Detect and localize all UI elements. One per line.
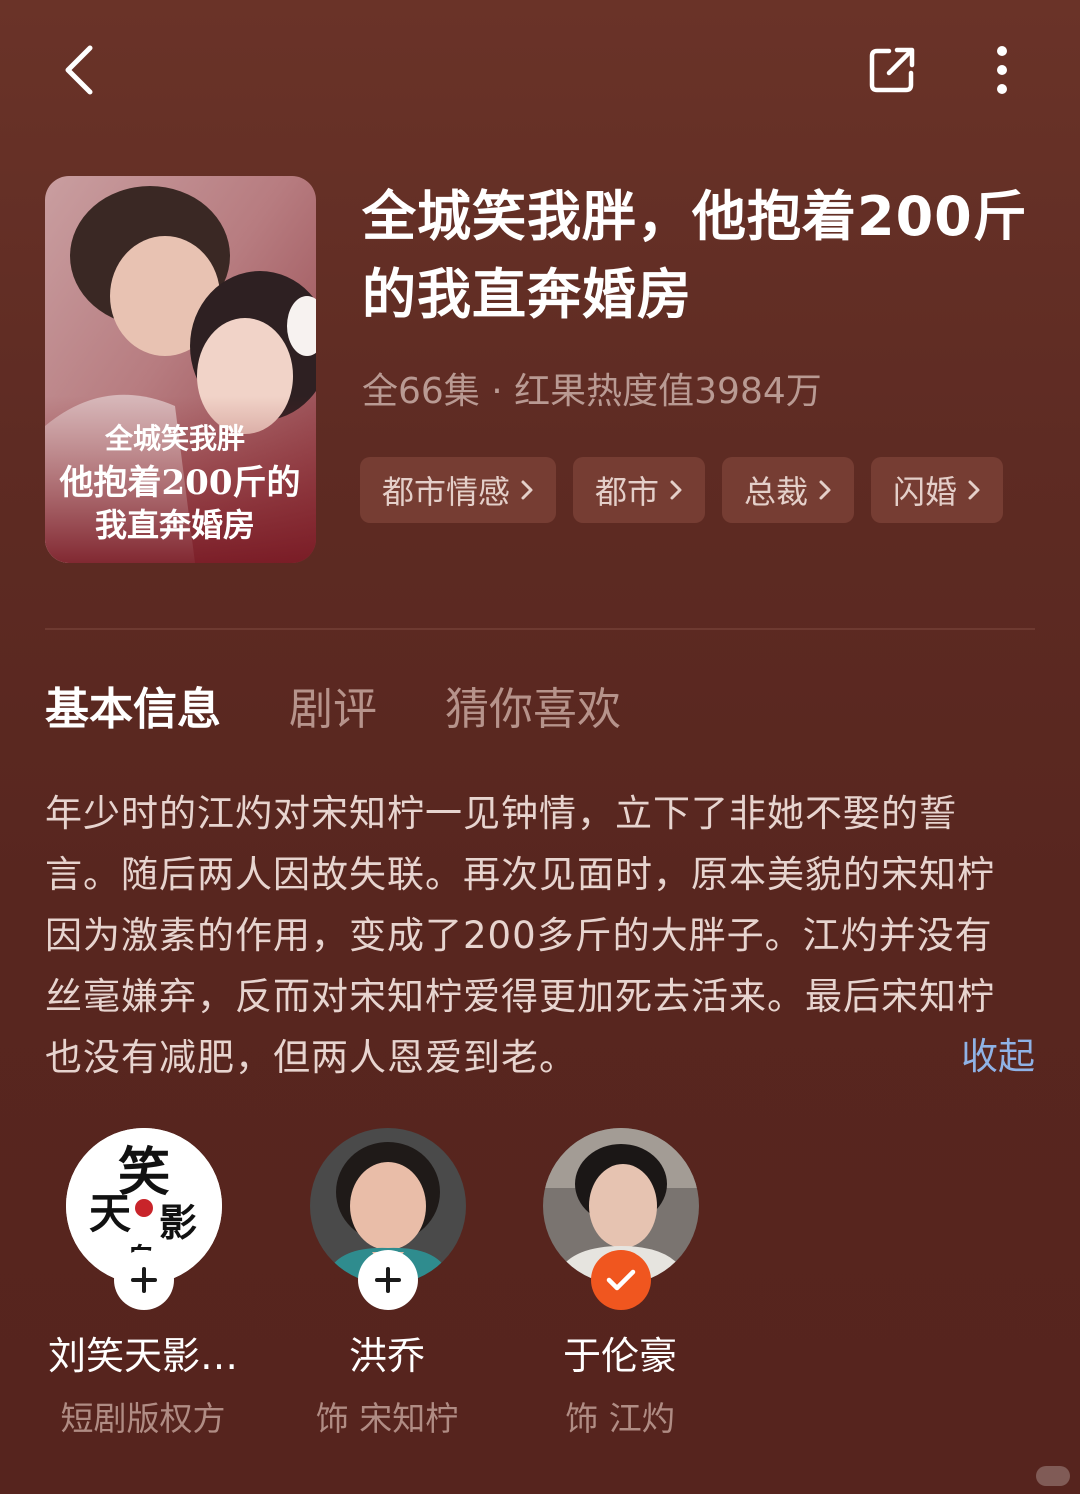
tag-chip[interactable]: 都市 (573, 457, 706, 523)
tag-chip[interactable]: 总裁 (722, 457, 855, 523)
back-button[interactable] (50, 40, 106, 100)
svg-text:天: 天 (89, 1189, 131, 1238)
watermark-badge (1036, 1466, 1070, 1486)
tag-chip[interactable]: 闪婚 (871, 457, 1004, 523)
drama-meta: 全66集 · 红果热度值3984万 (362, 371, 822, 412)
title-line-2: 的我直奔婚房 (362, 263, 692, 326)
collapse-button[interactable]: 收起 (961, 1026, 1035, 1087)
chevron-right-icon (818, 479, 832, 501)
tab-bar: 基本信息 剧评 猜你喜欢 (45, 680, 621, 740)
cast-name: 洪乔 (348, 1334, 425, 1378)
share-external-icon (869, 47, 915, 93)
more-button[interactable] (978, 40, 1026, 100)
synopsis-line: 年少时的江灼对宋知柠一见钟情，立下了非她不娶的誓 (45, 792, 957, 835)
poster-title-1: 全城笑我胖 (104, 422, 245, 455)
tag-label: 总裁 (744, 473, 809, 511)
section-divider (45, 628, 1035, 630)
synopsis-line: 因为激素的作用，变成了200多斤的大胖子。江灼并没有 (45, 914, 993, 957)
tag-list: 都市情感 都市 总裁 闪婚 (360, 457, 1004, 523)
poster-image: 全城笑我胖 他抱着200斤的 我直奔婚房 (45, 176, 316, 563)
top-bar (0, 0, 1080, 140)
cast-name: 于伦豪 (562, 1334, 677, 1378)
plus-icon (131, 1267, 157, 1293)
poster-title-2: 他抱着200斤的 (59, 463, 301, 503)
drama-title: 全城笑我胖，他抱着200斤 的我直奔婚房 (362, 178, 1042, 334)
share-button[interactable] (862, 40, 922, 100)
poster-title-3: 我直奔婚房 (95, 506, 255, 544)
tag-label: 闪婚 (893, 473, 958, 511)
synopsis-line: 也没有减肥，但两人恩爱到老。 (45, 1036, 577, 1079)
tab-basic-info[interactable]: 基本信息 (45, 680, 221, 740)
title-line-1: 全城笑我胖，他抱着200斤 (362, 185, 1028, 248)
synopsis-line: 言。随后两人因故失联。再次见面时，原本美貌的宋知柠 (45, 853, 995, 896)
check-icon (606, 1269, 636, 1291)
chevron-right-icon (967, 479, 981, 501)
chevron-right-icon (520, 479, 534, 501)
follow-button[interactable] (358, 1250, 418, 1310)
tag-chip[interactable]: 都市情感 (360, 457, 557, 523)
cast-role: 饰 宋知柠 (315, 1399, 459, 1438)
tag-label: 都市 (595, 473, 660, 511)
svg-text:影: 影 (159, 1200, 197, 1245)
chevron-right-icon (669, 479, 683, 501)
cast-role: 短剧版权方 (60, 1399, 226, 1438)
cast-list: 笑 天 影 乌 刘笑天影… 短剧版权方 洪乔 饰 宋 (0, 1128, 1080, 1468)
cast-role: 饰 江灼 (565, 1399, 675, 1438)
tab-recommendations[interactable]: 猜你喜欢 (445, 680, 621, 740)
cast-name: 刘笑天影… (47, 1334, 238, 1378)
tag-label: 都市情感 (382, 473, 511, 511)
chevron-left-icon (65, 45, 93, 95)
synopsis: 年少时的江灼对宋知柠一见钟情，立下了非她不娶的誓 言。随后两人因故失联。再次见面… (45, 783, 1035, 1088)
synopsis-line: 丝毫嫌弃，反而对宋知柠爱得更加死去活来。最后宋知柠 (45, 975, 995, 1018)
drama-poster[interactable]: 全城笑我胖 他抱着200斤的 我直奔婚房 (45, 176, 316, 563)
followed-button[interactable] (591, 1250, 651, 1310)
tab-reviews[interactable]: 剧评 (289, 680, 377, 740)
follow-button[interactable] (114, 1250, 174, 1310)
more-vertical-icon (997, 46, 1007, 94)
plus-icon (375, 1267, 401, 1293)
